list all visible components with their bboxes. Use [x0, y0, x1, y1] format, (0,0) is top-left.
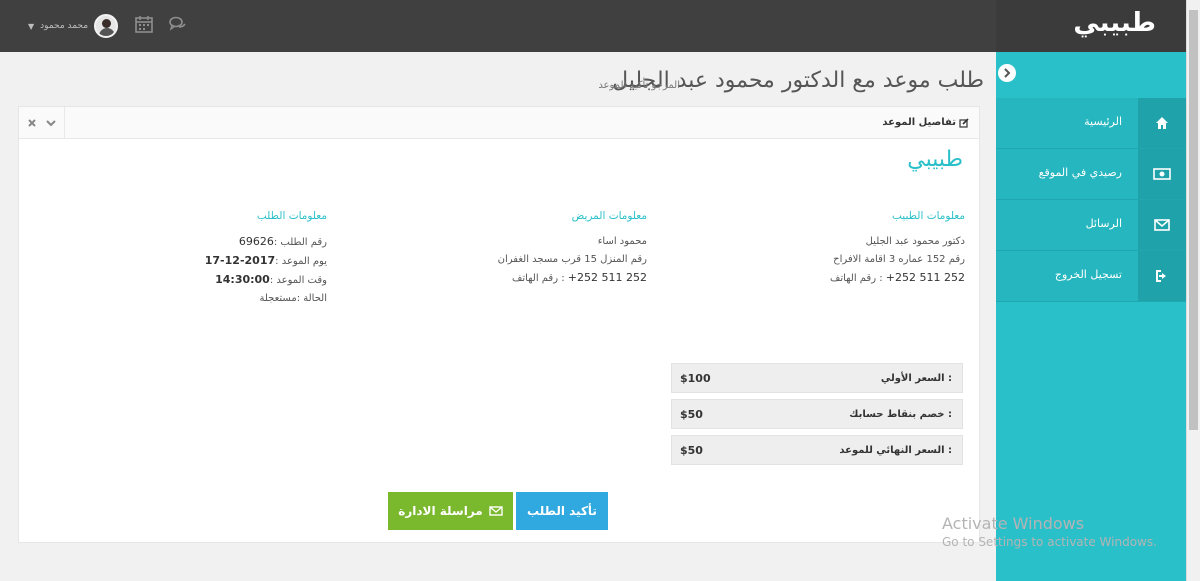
order-time: 14:30:00: [215, 273, 270, 286]
patient-phone-row: رقم الهاتف : +252 511 252: [498, 269, 647, 288]
sidebar-item-label: رصيدي في الموقع: [1038, 166, 1122, 179]
confirm-order-button[interactable]: تأكيد الطلب: [516, 492, 608, 530]
price-label: السعر النهائي للموعد :: [839, 445, 952, 456]
doctor-info: معلومات الطبيب دكتور محمود عبد الجليل رق…: [830, 207, 965, 288]
panel-title-text: تفاصيل الموعد: [882, 117, 956, 128]
home-icon: [1138, 98, 1186, 148]
sidebar-item-logout[interactable]: تسجيل الخروج: [996, 251, 1186, 302]
money-icon: [1138, 149, 1186, 199]
price-value: $50: [680, 408, 703, 421]
panel-logo: طبيبي: [907, 147, 963, 172]
doctor-phone: +252 511 252: [885, 271, 965, 284]
sidebar-menu: الرئيسية رصيدي في الموقع الرسائل تسجيل ا…: [996, 98, 1186, 302]
patient-name: محمود اساء: [597, 236, 647, 247]
message-admin-button[interactable]: مراسلة الادارة: [388, 492, 513, 530]
windows-activation-watermark: Activate Windows Go to Settings to activ…: [942, 514, 1157, 549]
patient-info-heading: معلومات المريض: [571, 210, 647, 222]
avatar: [94, 14, 119, 38]
confirm-order-label: تأكيد الطلب: [527, 504, 597, 518]
page-subtitle: المرجو تأكيد الموعد: [598, 80, 680, 91]
appointment-panel: تفاصيل الموعد طبيبي معلومات الطبيب دكتور…: [18, 106, 980, 543]
user-name: محمد محمود: [40, 21, 89, 31]
sign-out-icon: [1138, 251, 1186, 301]
phone-label: رقم الهاتف :: [511, 273, 565, 284]
order-id-label: رقم الطلب :: [273, 237, 327, 248]
scroll-thumb[interactable]: [1189, 10, 1198, 430]
brand-logo[interactable]: طبيبي: [1073, 8, 1156, 38]
edit-icon: [959, 117, 969, 128]
order-date-label: يوم الموعد :: [275, 256, 327, 267]
price-final: السعر النهائي للموعد : $50: [671, 435, 963, 465]
sidebar-item-balance[interactable]: رصيدي في الموقع: [996, 149, 1186, 200]
order-status-row: الحالة :مستعجلة: [205, 290, 327, 308]
comments-icon[interactable]: [168, 14, 188, 34]
chevron-down-icon[interactable]: [46, 118, 56, 128]
sidebar-item-messages[interactable]: الرسائل: [996, 200, 1186, 251]
watermark-line-2: Go to Settings to activate Windows.: [942, 535, 1157, 549]
envelope-icon: [1138, 200, 1186, 250]
order-date-row: يوم الموعد :2017-12-17: [205, 252, 327, 271]
order-status-label: الحالة :: [296, 293, 327, 304]
panel-title: تفاصيل الموعد: [882, 117, 969, 128]
scrollbar[interactable]: [1186, 0, 1200, 581]
price-initial: السعر الأولي : $100: [671, 363, 963, 393]
order-time-label: وقت الموعد :: [269, 275, 327, 286]
message-admin-label: مراسلة الادارة: [398, 504, 483, 518]
panel-tools: [19, 107, 65, 139]
caret-down-icon: ▼: [28, 21, 35, 31]
sidebar-toggle-chevron-icon[interactable]: [998, 64, 1016, 82]
order-id-row: رقم الطلب :69626: [205, 233, 327, 252]
price-label: خصم بنقاط حسابك :: [849, 409, 952, 420]
brand-bar: طبيبي: [996, 0, 1186, 52]
price-value: $100: [680, 372, 711, 385]
order-status: مستعجلة: [259, 293, 297, 304]
user-menu[interactable]: ▼ محمد محمود: [28, 14, 119, 38]
top-bar: ▼ محمد محمود: [0, 0, 996, 52]
doctor-name: دكتور محمود عبد الجليل: [865, 236, 965, 247]
patient-phone: +252 511 252: [567, 271, 647, 284]
watermark-line-1: Activate Windows: [942, 514, 1085, 533]
doctor-phone-row: رقم الهاتف : +252 511 252: [830, 269, 965, 288]
price-discount: خصم بنقاط حسابك : $50: [671, 399, 963, 429]
sidebar-item-label: الرئيسية: [1084, 115, 1122, 128]
sidebar-item-label: تسجيل الخروج: [1054, 268, 1122, 281]
doctor-info-heading: معلومات الطبيب: [891, 210, 965, 222]
doctor-address: رقم 152 عماره 3 اقامة الافراح: [833, 254, 965, 265]
order-info-heading: معلومات الطلب: [256, 210, 327, 222]
envelope-icon: [489, 506, 503, 516]
patient-address: رقم المنزل 15 قرب مسجد الغفران: [497, 254, 647, 265]
price-value: $50: [680, 444, 703, 457]
price-label: السعر الأولي :: [880, 373, 952, 384]
calendar-icon[interactable]: [134, 14, 154, 34]
order-info: معلومات الطلب رقم الطلب :69626 يوم الموع…: [205, 207, 327, 308]
panel-header: تفاصيل الموعد: [19, 107, 979, 139]
phone-label: رقم الهاتف :: [829, 273, 883, 284]
sidebar-item-home[interactable]: الرئيسية: [996, 98, 1186, 149]
patient-info: معلومات المريض محمود اساء رقم المنزل 15 …: [498, 207, 647, 288]
order-id: 69626: [238, 235, 274, 248]
sidebar-item-label: الرسائل: [1085, 217, 1122, 230]
close-icon[interactable]: [27, 118, 37, 128]
order-time-row: وقت الموعد :14:30:00: [205, 271, 327, 290]
order-date: 2017-12-17: [204, 254, 276, 267]
